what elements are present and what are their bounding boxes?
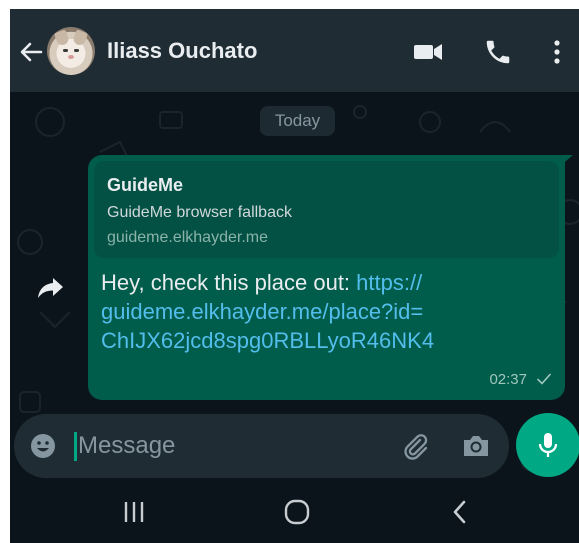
sent-check-icon [535,370,553,388]
phone-screen: Iliass Ouchato Today GuideMe GuideMe bro… [10,9,579,543]
emoji-icon[interactable] [28,431,58,461]
more-options-icon[interactable] [542,37,572,67]
recent-apps-icon[interactable] [117,495,151,529]
message-body: Hey, check this place out: [101,270,357,295]
link-preview-card[interactable]: GuideMe GuideMe browser fallback guideme… [94,161,559,258]
voice-call-icon[interactable] [483,37,513,67]
back-arrow-icon[interactable] [16,37,46,67]
nav-back-icon[interactable] [443,495,477,529]
message-link-line-1[interactable]: https:// [356,270,422,295]
message-timestamp: 02:37 [489,371,527,388]
text-cursor [74,432,77,461]
message-input[interactable] [78,428,378,464]
avatar[interactable] [47,27,95,75]
chat-header: Iliass Ouchato [10,9,579,92]
message-text: Hey, check this place out: https:// guide… [101,268,546,355]
outgoing-message-bubble[interactable]: GuideMe GuideMe browser fallback guideme… [88,155,565,400]
forward-icon[interactable] [34,270,68,304]
video-call-icon[interactable] [412,37,442,67]
link-preview-description: GuideMe browser fallback [107,204,292,221]
link-preview-title: GuideMe [107,175,184,195]
link-preview-domain: guideme.elkhayder.me [107,229,268,246]
message-link-line-3[interactable]: ChIJX62jcd8spg0RBLLyoR46NK4 [101,328,434,353]
system-navigation-bar [10,479,579,543]
date-chip: Today [260,106,335,136]
home-icon[interactable] [280,495,314,529]
voice-message-button[interactable] [516,413,579,477]
microphone-icon [538,433,558,457]
attachment-icon[interactable] [400,431,430,461]
message-composer [14,414,509,478]
message-link-line-2[interactable]: guideme.elkhayder.me/place?id= [101,299,423,324]
contact-name[interactable]: Iliass Ouchato [107,38,257,64]
camera-icon[interactable] [460,431,492,461]
